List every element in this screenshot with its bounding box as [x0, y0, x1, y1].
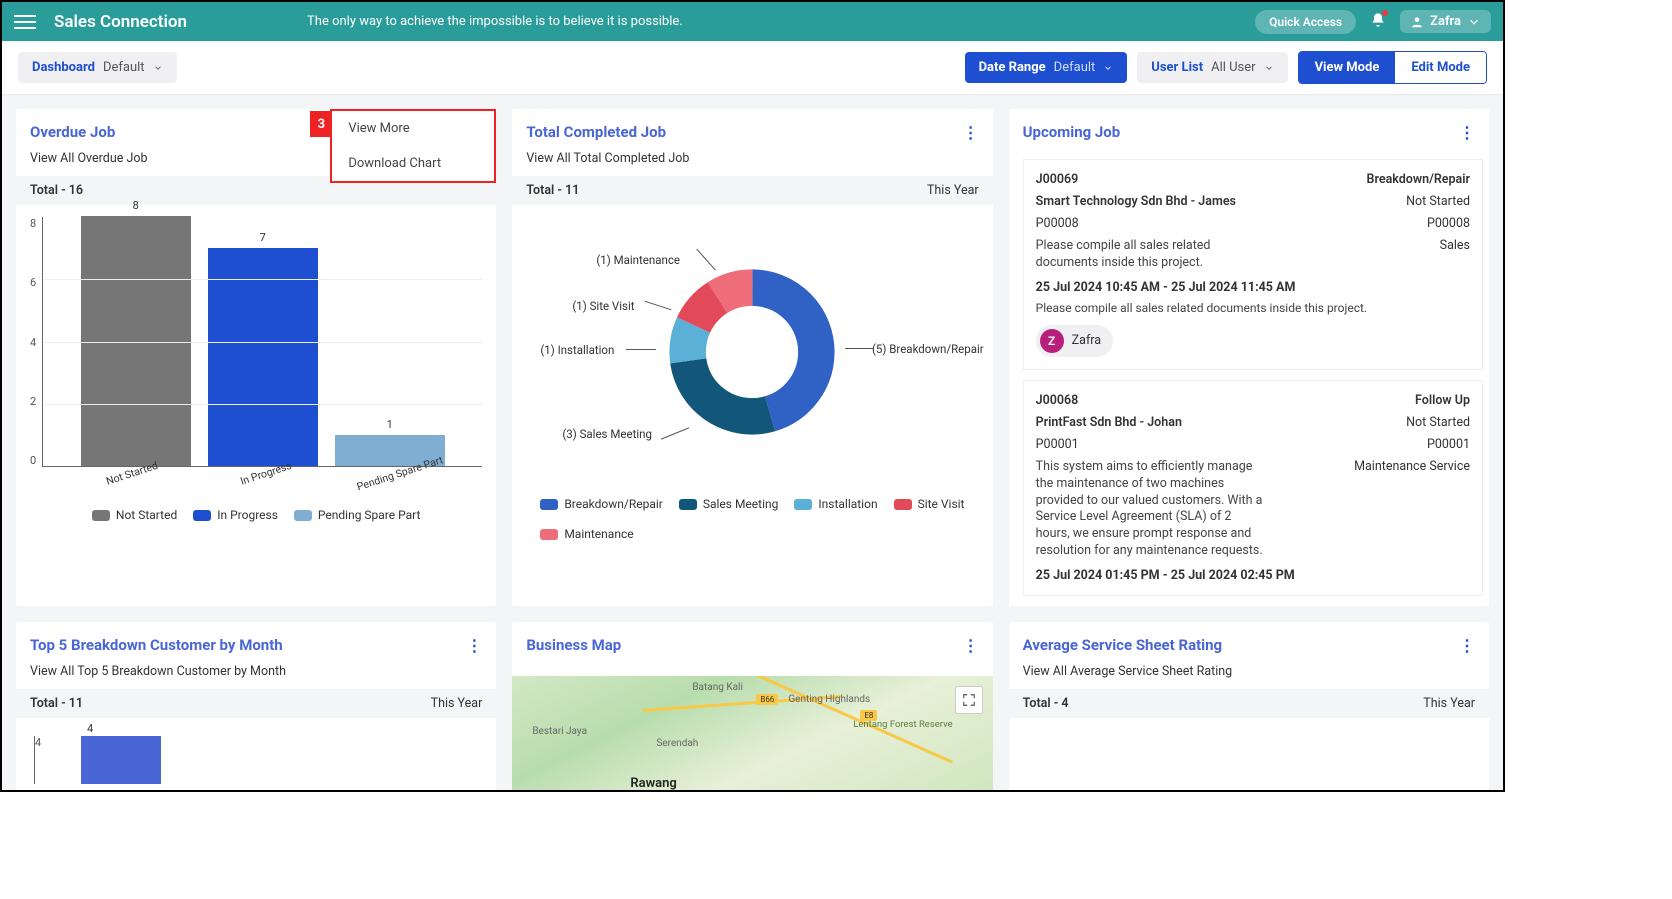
- top5-bar-chart: 4 4: [34, 736, 482, 784]
- notification-dot: [1382, 10, 1388, 16]
- card-title: Average Service Sheet Rating: [1023, 636, 1475, 654]
- card-title: Upcoming Job: [1023, 123, 1475, 141]
- date-range-button[interactable]: Date Range Default: [965, 52, 1128, 83]
- card-title: Top 5 Breakdown Customer by Month: [30, 636, 482, 654]
- upcoming-job-list[interactable]: J00069Breakdown/Repair Smart Technology …: [1009, 159, 1489, 606]
- card-menu-icon[interactable]: ⋮: [963, 123, 979, 142]
- quick-access-button[interactable]: Quick Access: [1255, 10, 1356, 34]
- download-chart-option[interactable]: Download Chart: [332, 146, 494, 181]
- card-menu-icon[interactable]: ⋮: [466, 636, 482, 655]
- mode-toggle: View Mode Edit Mode: [1298, 51, 1487, 84]
- card-subtitle[interactable]: View All Average Service Sheet Rating: [1023, 664, 1475, 679]
- upcoming-job-card: ⋮ Upcoming Job J00069Breakdown/Repair Sm…: [1009, 109, 1489, 606]
- topbar: Sales Connection The only way to achieve…: [2, 2, 1503, 41]
- top5-bar[interactable]: [81, 736, 161, 784]
- user-menu[interactable]: Zafra: [1400, 10, 1491, 33]
- tagline: The only way to achieve the impossible i…: [307, 14, 1255, 29]
- card-subtitle[interactable]: View All Top 5 Breakdown Customer by Mon…: [30, 664, 482, 679]
- completed-donut-chart: (5) Breakdown/Repair (3) Sales Meeting (…: [526, 217, 978, 487]
- completed-legend: Breakdown/Repair Sales Meeting Installat…: [526, 487, 978, 551]
- job-card[interactable]: J00069Breakdown/Repair Smart Technology …: [1023, 159, 1483, 370]
- card-menu-icon[interactable]: ⋮: [1459, 636, 1475, 655]
- completed-job-card: ⋮ Total Completed Job View All Total Com…: [512, 109, 992, 606]
- card-title: Total Completed Job: [526, 123, 978, 141]
- view-mode-button[interactable]: View Mode: [1299, 52, 1396, 83]
- card-subtitle[interactable]: View All Total Completed Job: [526, 151, 978, 166]
- business-map-card: ⋮ Business Map B66 E8 Batang Kali Gentin…: [512, 622, 992, 790]
- overdue-job-card: Overdue Job View All Overdue Job Total -…: [16, 109, 496, 606]
- dashboard-selector[interactable]: Dashboard Default: [18, 52, 177, 83]
- map-canvas[interactable]: B66 E8 Batang Kali Genting Highlands Bes…: [512, 676, 992, 790]
- card-menu-icon[interactable]: ⋮: [963, 636, 979, 655]
- user-list-selector[interactable]: User List All User: [1137, 52, 1287, 83]
- rating-card: ⋮ Average Service Sheet Rating View All …: [1009, 622, 1489, 790]
- card-title: Business Map: [526, 636, 978, 654]
- subbar: Dashboard Default Date Range Default Use…: [2, 41, 1503, 95]
- card-actions-dropdown: 3 View More Download Chart: [330, 109, 496, 183]
- step-badge: 3: [310, 111, 332, 137]
- card-menu-icon[interactable]: ⋮: [1459, 123, 1475, 142]
- avatar: Z: [1040, 329, 1064, 353]
- overdue-bar-chart: 8 6 4 2 0 8 7 1: [30, 217, 482, 467]
- brand: Sales Connection: [54, 12, 187, 32]
- overdue-legend: Not Started In Progress Pending Spare Pa…: [30, 498, 482, 532]
- top5-breakdown-card: ⋮ Top 5 Breakdown Customer by Month View…: [16, 622, 496, 790]
- dashboard-grid: Overdue Job View All Overdue Job Total -…: [2, 95, 1503, 790]
- menu-icon[interactable]: [14, 11, 36, 33]
- notification-icon[interactable]: [1370, 12, 1386, 32]
- total-row: Total - 11 This Year: [512, 176, 992, 205]
- edit-mode-button[interactable]: Edit Mode: [1395, 52, 1486, 83]
- assignee-chip[interactable]: Z Zafra: [1036, 325, 1113, 357]
- fullscreen-icon[interactable]: [955, 686, 983, 714]
- bar-in-progress[interactable]: [208, 248, 318, 466]
- view-more-option[interactable]: View More: [332, 111, 494, 146]
- user-name: Zafra: [1430, 14, 1461, 29]
- job-card[interactable]: J00068Follow Up PrintFast Sdn Bhd - Joha…: [1023, 380, 1483, 596]
